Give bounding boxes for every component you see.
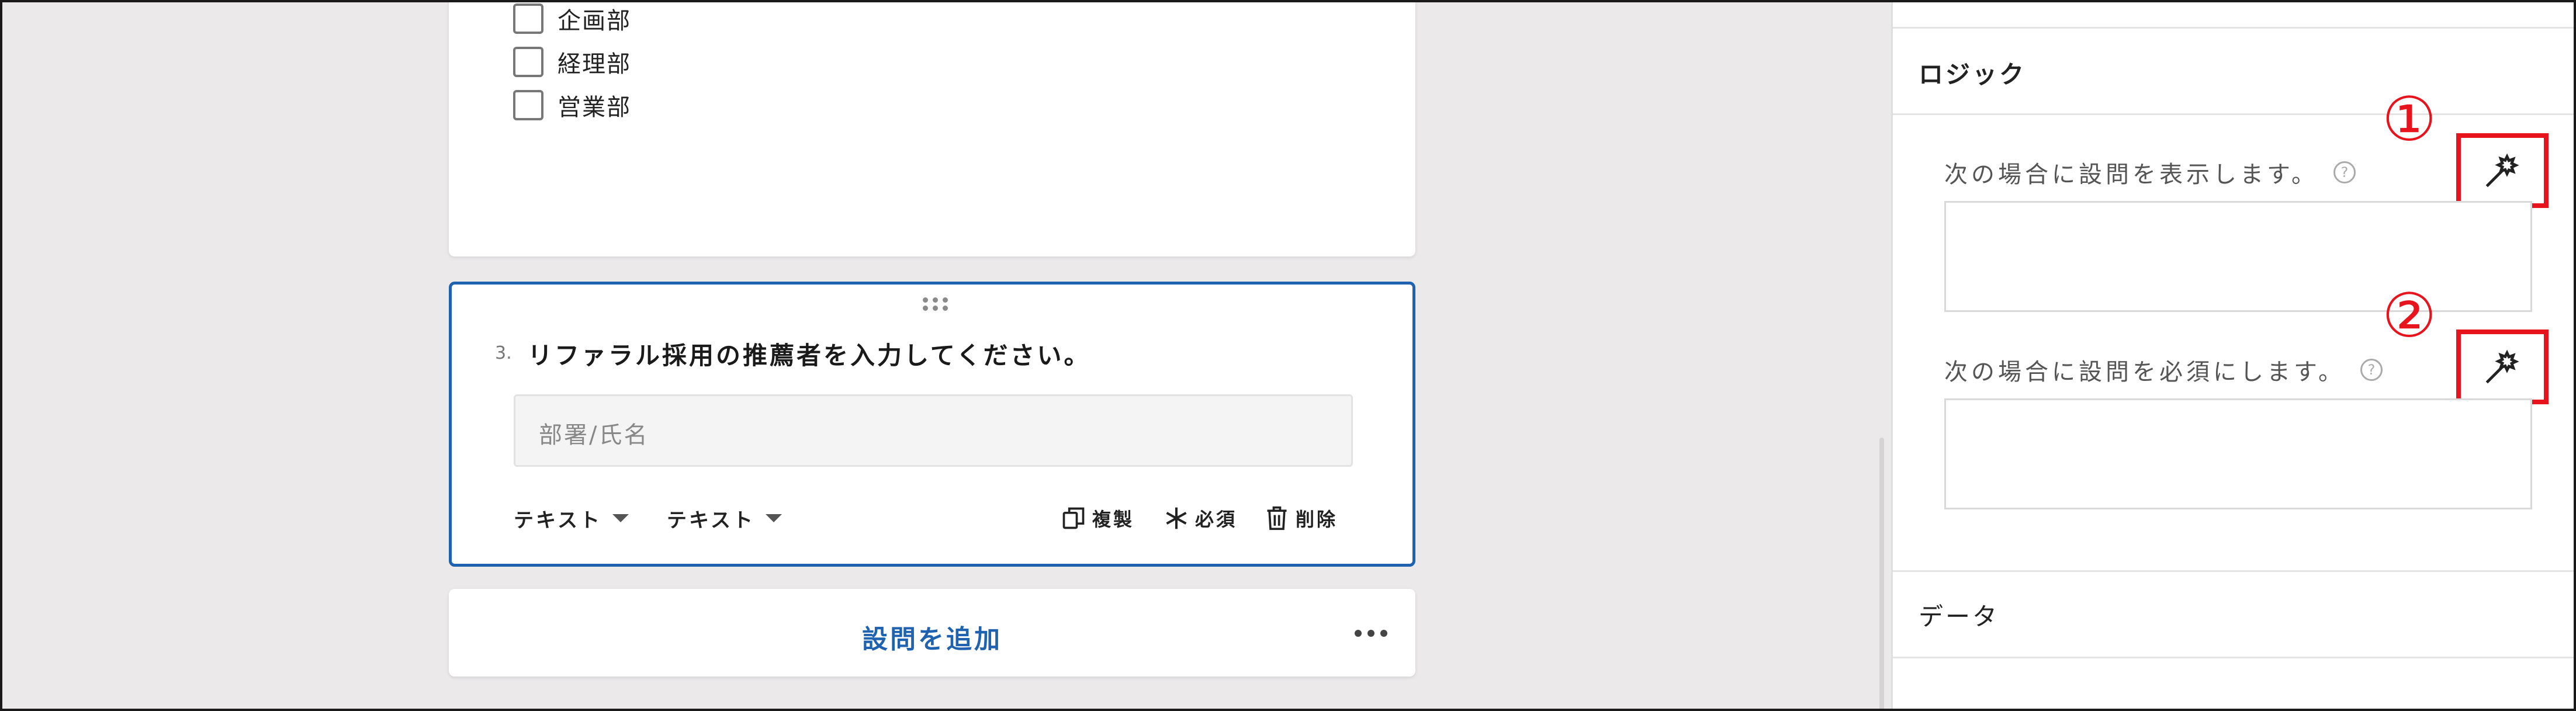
duplicate-button[interactable]: 複製 — [1061, 501, 1134, 536]
question-title[interactable]: リファラル採用の推薦者を入力してください。 — [528, 336, 1090, 372]
choices-card: 企画部 経理部 営業部 — [449, 2, 1415, 256]
help-icon[interactable]: ? — [2360, 359, 2383, 381]
question-toolbar: テキスト テキスト 複製 必須 削除 — [514, 501, 1355, 536]
required-condition-box[interactable] — [1944, 398, 2532, 509]
chevron-down-icon — [612, 514, 629, 522]
choice-label: 企画部 — [558, 8, 631, 34]
drag-handle-icon[interactable] — [923, 297, 948, 317]
chevron-down-icon — [765, 514, 782, 522]
magic-wand-icon — [2485, 349, 2519, 384]
type-dropdown[interactable]: テキスト — [514, 501, 629, 536]
add-question-button[interactable]: 設問を追加 — [449, 618, 1415, 655]
divider — [1893, 113, 2574, 115]
copy-icon — [1062, 507, 1085, 529]
required-condition-text: 次の場合に設問を必須にします。 — [1944, 359, 2345, 386]
show-condition-edit-button[interactable] — [2456, 133, 2549, 208]
scrollbar-thumb[interactable] — [1879, 438, 1884, 709]
format-dropdown-label: テキスト — [667, 508, 755, 532]
question-card[interactable]: 3. リファラル採用の推薦者を入力してください。 部署/氏名 テキスト テキスト… — [449, 282, 1415, 567]
required-condition-edit-button[interactable] — [2456, 330, 2549, 404]
checkbox[interactable] — [513, 47, 543, 77]
checkbox[interactable] — [513, 90, 543, 120]
required-toggle[interactable]: 必須 — [1164, 501, 1237, 536]
choice-label: 営業部 — [558, 94, 631, 121]
magic-wand-icon — [2485, 153, 2519, 188]
choice-item[interactable]: 企画部 — [513, 2, 631, 36]
properties-panel: ロジック 次の場合に設問を表示します。 ? 次の場合に設問を必須にします。 ? … — [1891, 2, 2574, 709]
duplicate-label: 複製 — [1092, 508, 1135, 530]
choice-item[interactable]: 営業部 — [513, 88, 631, 123]
data-section-title[interactable]: データ — [1919, 597, 1999, 633]
delete-label: 削除 — [1296, 508, 1338, 530]
show-condition-box[interactable] — [1944, 201, 2532, 312]
format-dropdown[interactable]: テキスト — [667, 501, 782, 536]
choice-label: 経理部 — [558, 51, 631, 78]
screenshot-frame: 企画部 経理部 営業部 3. リファラル採用の推薦者を入力してください。 部署/… — [0, 0, 2576, 711]
trash-icon — [1267, 506, 1287, 530]
delete-button[interactable]: 削除 — [1264, 501, 1338, 536]
choice-item[interactable]: 経理部 — [513, 44, 631, 79]
help-icon[interactable]: ? — [2333, 161, 2356, 183]
show-condition-label: 次の場合に設問を表示します。 ? — [1944, 155, 2356, 189]
asterisk-icon — [1166, 507, 1187, 529]
required-condition-label: 次の場合に設問を必須にします。 ? — [1944, 353, 2383, 387]
annotation-marker-2: ② — [2382, 280, 2437, 351]
divider — [1893, 27, 2574, 29]
answer-input[interactable]: 部署/氏名 — [514, 394, 1353, 467]
checkbox[interactable] — [513, 4, 543, 34]
required-label: 必須 — [1195, 508, 1238, 530]
divider — [1893, 570, 2574, 572]
more-options-icon[interactable] — [1355, 630, 1387, 637]
divider — [1893, 657, 2574, 658]
add-question-card: 設問を追加 — [449, 589, 1415, 677]
question-number: 3. — [495, 343, 512, 363]
type-dropdown-label: テキスト — [514, 508, 602, 532]
annotation-marker-1: ① — [2382, 84, 2437, 155]
logic-section-title[interactable]: ロジック — [1919, 55, 2026, 91]
show-condition-text: 次の場合に設問を表示します。 — [1944, 161, 2318, 188]
